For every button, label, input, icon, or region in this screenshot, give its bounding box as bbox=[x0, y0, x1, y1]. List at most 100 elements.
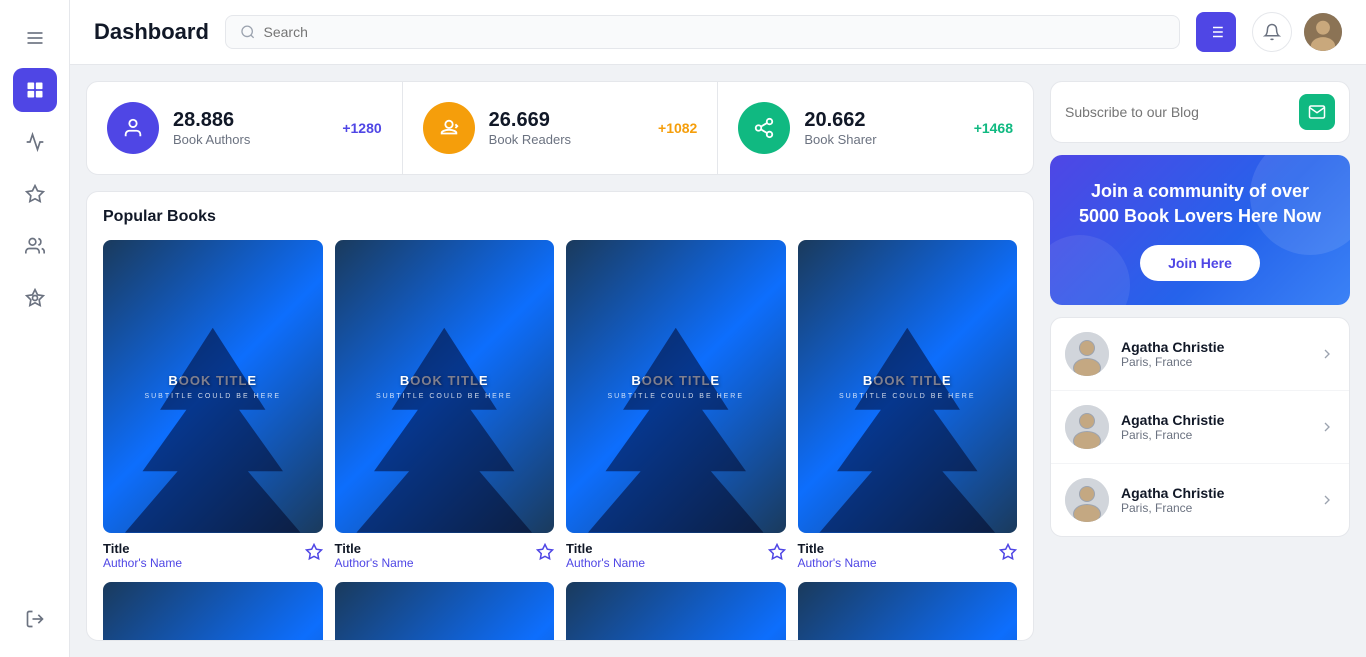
list-item[interactable]: Book Title SUBTITLE COULD BE HERE Title … bbox=[103, 582, 323, 641]
book-cover-text: Book Title SUBTITLE COULD BE HERE bbox=[831, 365, 984, 408]
list-item[interactable]: Book Title SUBTITLE COULD BE HERE Title … bbox=[335, 240, 555, 570]
book-cover: Book Title SUBTITLE COULD BE HERE bbox=[103, 582, 323, 641]
sidebar-item-favorites[interactable] bbox=[13, 172, 57, 216]
book-cover-text: Book Title SUBTITLE COULD BE HERE bbox=[136, 365, 289, 408]
author-info: Agatha Christie Paris, France bbox=[1121, 485, 1307, 515]
subscribe-button[interactable] bbox=[1299, 94, 1335, 130]
book-cover: Book Title SUBTITLE COULD BE HERE bbox=[335, 240, 555, 533]
book-meta: Title Author's Name bbox=[566, 541, 786, 570]
page-title: Dashboard bbox=[94, 19, 209, 45]
left-panel: 28.886 Book Authors +1280 26.669 Boo bbox=[86, 81, 1034, 641]
book-cover: Book Title SUBTITLE COULD BE HERE bbox=[566, 240, 786, 533]
search-bar[interactable] bbox=[225, 15, 1180, 49]
list-item[interactable]: Book Title SUBTITLE COULD BE HERE Title … bbox=[566, 240, 786, 570]
list-item[interactable]: Book Title SUBTITLE COULD BE HERE Title … bbox=[103, 240, 323, 570]
book-cover-title: Book Title bbox=[144, 373, 281, 389]
search-icon bbox=[240, 24, 256, 40]
stat-card-readers: 26.669 Book Readers +1082 bbox=[403, 82, 719, 174]
author-name: Agatha Christie bbox=[1121, 339, 1307, 355]
authors-stat-info: 28.886 Book Authors bbox=[173, 109, 328, 147]
share-icon bbox=[753, 117, 775, 139]
readers-icon-bg bbox=[423, 102, 475, 154]
community-title: Join a community of over 5000 Book Lover… bbox=[1074, 179, 1326, 229]
book-info: Title Author's Name bbox=[798, 541, 877, 570]
author-location: Paris, France bbox=[1121, 501, 1307, 515]
list-item[interactable]: Agatha Christie Paris, France bbox=[1051, 464, 1349, 536]
book-cover-subtitle: SUBTITLE COULD BE HERE bbox=[839, 393, 976, 400]
book-cover-title: Book Title bbox=[376, 373, 513, 389]
readers-number: 26.669 bbox=[489, 109, 644, 132]
book-meta: Title Author's Name bbox=[798, 541, 1018, 570]
author-info: Agatha Christie Paris, France bbox=[1121, 339, 1307, 369]
book-author: Author's Name bbox=[566, 556, 645, 570]
authors-number: 28.886 bbox=[173, 109, 328, 132]
bookmark-icon[interactable] bbox=[536, 543, 554, 561]
sidebar-item-users[interactable] bbox=[13, 224, 57, 268]
sharers-icon-bg bbox=[738, 102, 790, 154]
book-cover: Book Title SUBTITLE COULD BE HERE bbox=[798, 582, 1018, 641]
header-right bbox=[1252, 12, 1342, 52]
list-item[interactable]: Agatha Christie Paris, France bbox=[1051, 391, 1349, 464]
readers-change: +1082 bbox=[658, 120, 697, 136]
header: Dashboard bbox=[70, 0, 1366, 65]
sidebar-item-logout[interactable] bbox=[13, 597, 57, 641]
reader-icon bbox=[438, 117, 460, 139]
readers-label: Book Readers bbox=[489, 132, 644, 147]
join-button[interactable]: Join Here bbox=[1140, 245, 1260, 281]
author-name: Agatha Christie bbox=[1121, 412, 1307, 428]
book-cover-text: Book Title SUBTITLE COULD BE HERE bbox=[599, 365, 752, 408]
sidebar bbox=[0, 0, 70, 657]
notification-icon bbox=[1263, 23, 1281, 41]
sidebar-item-settings[interactable] bbox=[13, 276, 57, 320]
book-author: Author's Name bbox=[335, 556, 414, 570]
notification-button[interactable] bbox=[1252, 12, 1292, 52]
author-avatar bbox=[1065, 405, 1109, 449]
book-meta: Title Author's Name bbox=[103, 541, 323, 570]
sharers-label: Book Sharer bbox=[804, 132, 959, 147]
sharers-number: 20.662 bbox=[804, 109, 959, 132]
book-title: Title bbox=[566, 541, 645, 556]
bookmark-icon[interactable] bbox=[305, 543, 323, 561]
list-item[interactable]: Book Title SUBTITLE COULD BE HERE Title … bbox=[566, 582, 786, 641]
book-cover-subtitle: SUBTITLE COULD BE HERE bbox=[144, 393, 281, 400]
book-info: Title Author's Name bbox=[566, 541, 645, 570]
right-panel: Join a community of over 5000 Book Lover… bbox=[1050, 81, 1350, 641]
book-author: Author's Name bbox=[798, 556, 877, 570]
authors-label: Book Authors bbox=[173, 132, 328, 147]
author-name: Agatha Christie bbox=[1121, 485, 1307, 501]
sidebar-item-analytics[interactable] bbox=[13, 120, 57, 164]
list-item[interactable]: Book Title SUBTITLE COULD BE HERE Title … bbox=[798, 240, 1018, 570]
authors-icon-bg bbox=[107, 102, 159, 154]
sidebar-menu-toggle[interactable] bbox=[13, 16, 57, 60]
chevron-right-icon bbox=[1319, 346, 1335, 362]
search-input[interactable] bbox=[264, 24, 1165, 40]
avatar[interactable] bbox=[1304, 13, 1342, 51]
list-item[interactable]: Book Title SUBTITLE COULD BE HERE Title … bbox=[798, 582, 1018, 641]
authors-change: +1280 bbox=[342, 120, 381, 136]
book-info: Title Author's Name bbox=[335, 541, 414, 570]
book-cover-title: Book Title bbox=[607, 373, 744, 389]
subscribe-input[interactable] bbox=[1065, 104, 1291, 120]
filter-button[interactable] bbox=[1196, 12, 1236, 52]
stat-card-authors: 28.886 Book Authors +1280 bbox=[87, 82, 403, 174]
sharers-stat-info: 20.662 Book Sharer bbox=[804, 109, 959, 147]
subscribe-card bbox=[1050, 81, 1350, 143]
popular-books-title: Popular Books bbox=[103, 208, 1017, 226]
bookmark-icon[interactable] bbox=[768, 543, 786, 561]
book-title: Title bbox=[798, 541, 877, 556]
authors-list: Agatha Christie Paris, France Agatha Chr… bbox=[1050, 317, 1350, 537]
bookmark-icon[interactable] bbox=[999, 543, 1017, 561]
email-icon bbox=[1308, 103, 1326, 121]
list-item[interactable]: Agatha Christie Paris, France bbox=[1051, 318, 1349, 391]
sidebar-item-dashboard[interactable] bbox=[13, 68, 57, 112]
person-icon bbox=[122, 117, 144, 139]
community-card: Join a community of over 5000 Book Lover… bbox=[1050, 155, 1350, 305]
book-cover-text: Book Title SUBTITLE COULD BE HERE bbox=[368, 365, 521, 408]
book-info: Title Author's Name bbox=[103, 541, 182, 570]
list-item[interactable]: Book Title SUBTITLE COULD BE HERE Title … bbox=[335, 582, 555, 641]
book-cover: Book Title SUBTITLE COULD BE HERE bbox=[335, 582, 555, 641]
stat-card-sharers: 20.662 Book Sharer +1468 bbox=[718, 82, 1033, 174]
chevron-right-icon bbox=[1319, 492, 1335, 508]
filter-icon bbox=[1207, 23, 1225, 41]
book-title: Title bbox=[335, 541, 414, 556]
